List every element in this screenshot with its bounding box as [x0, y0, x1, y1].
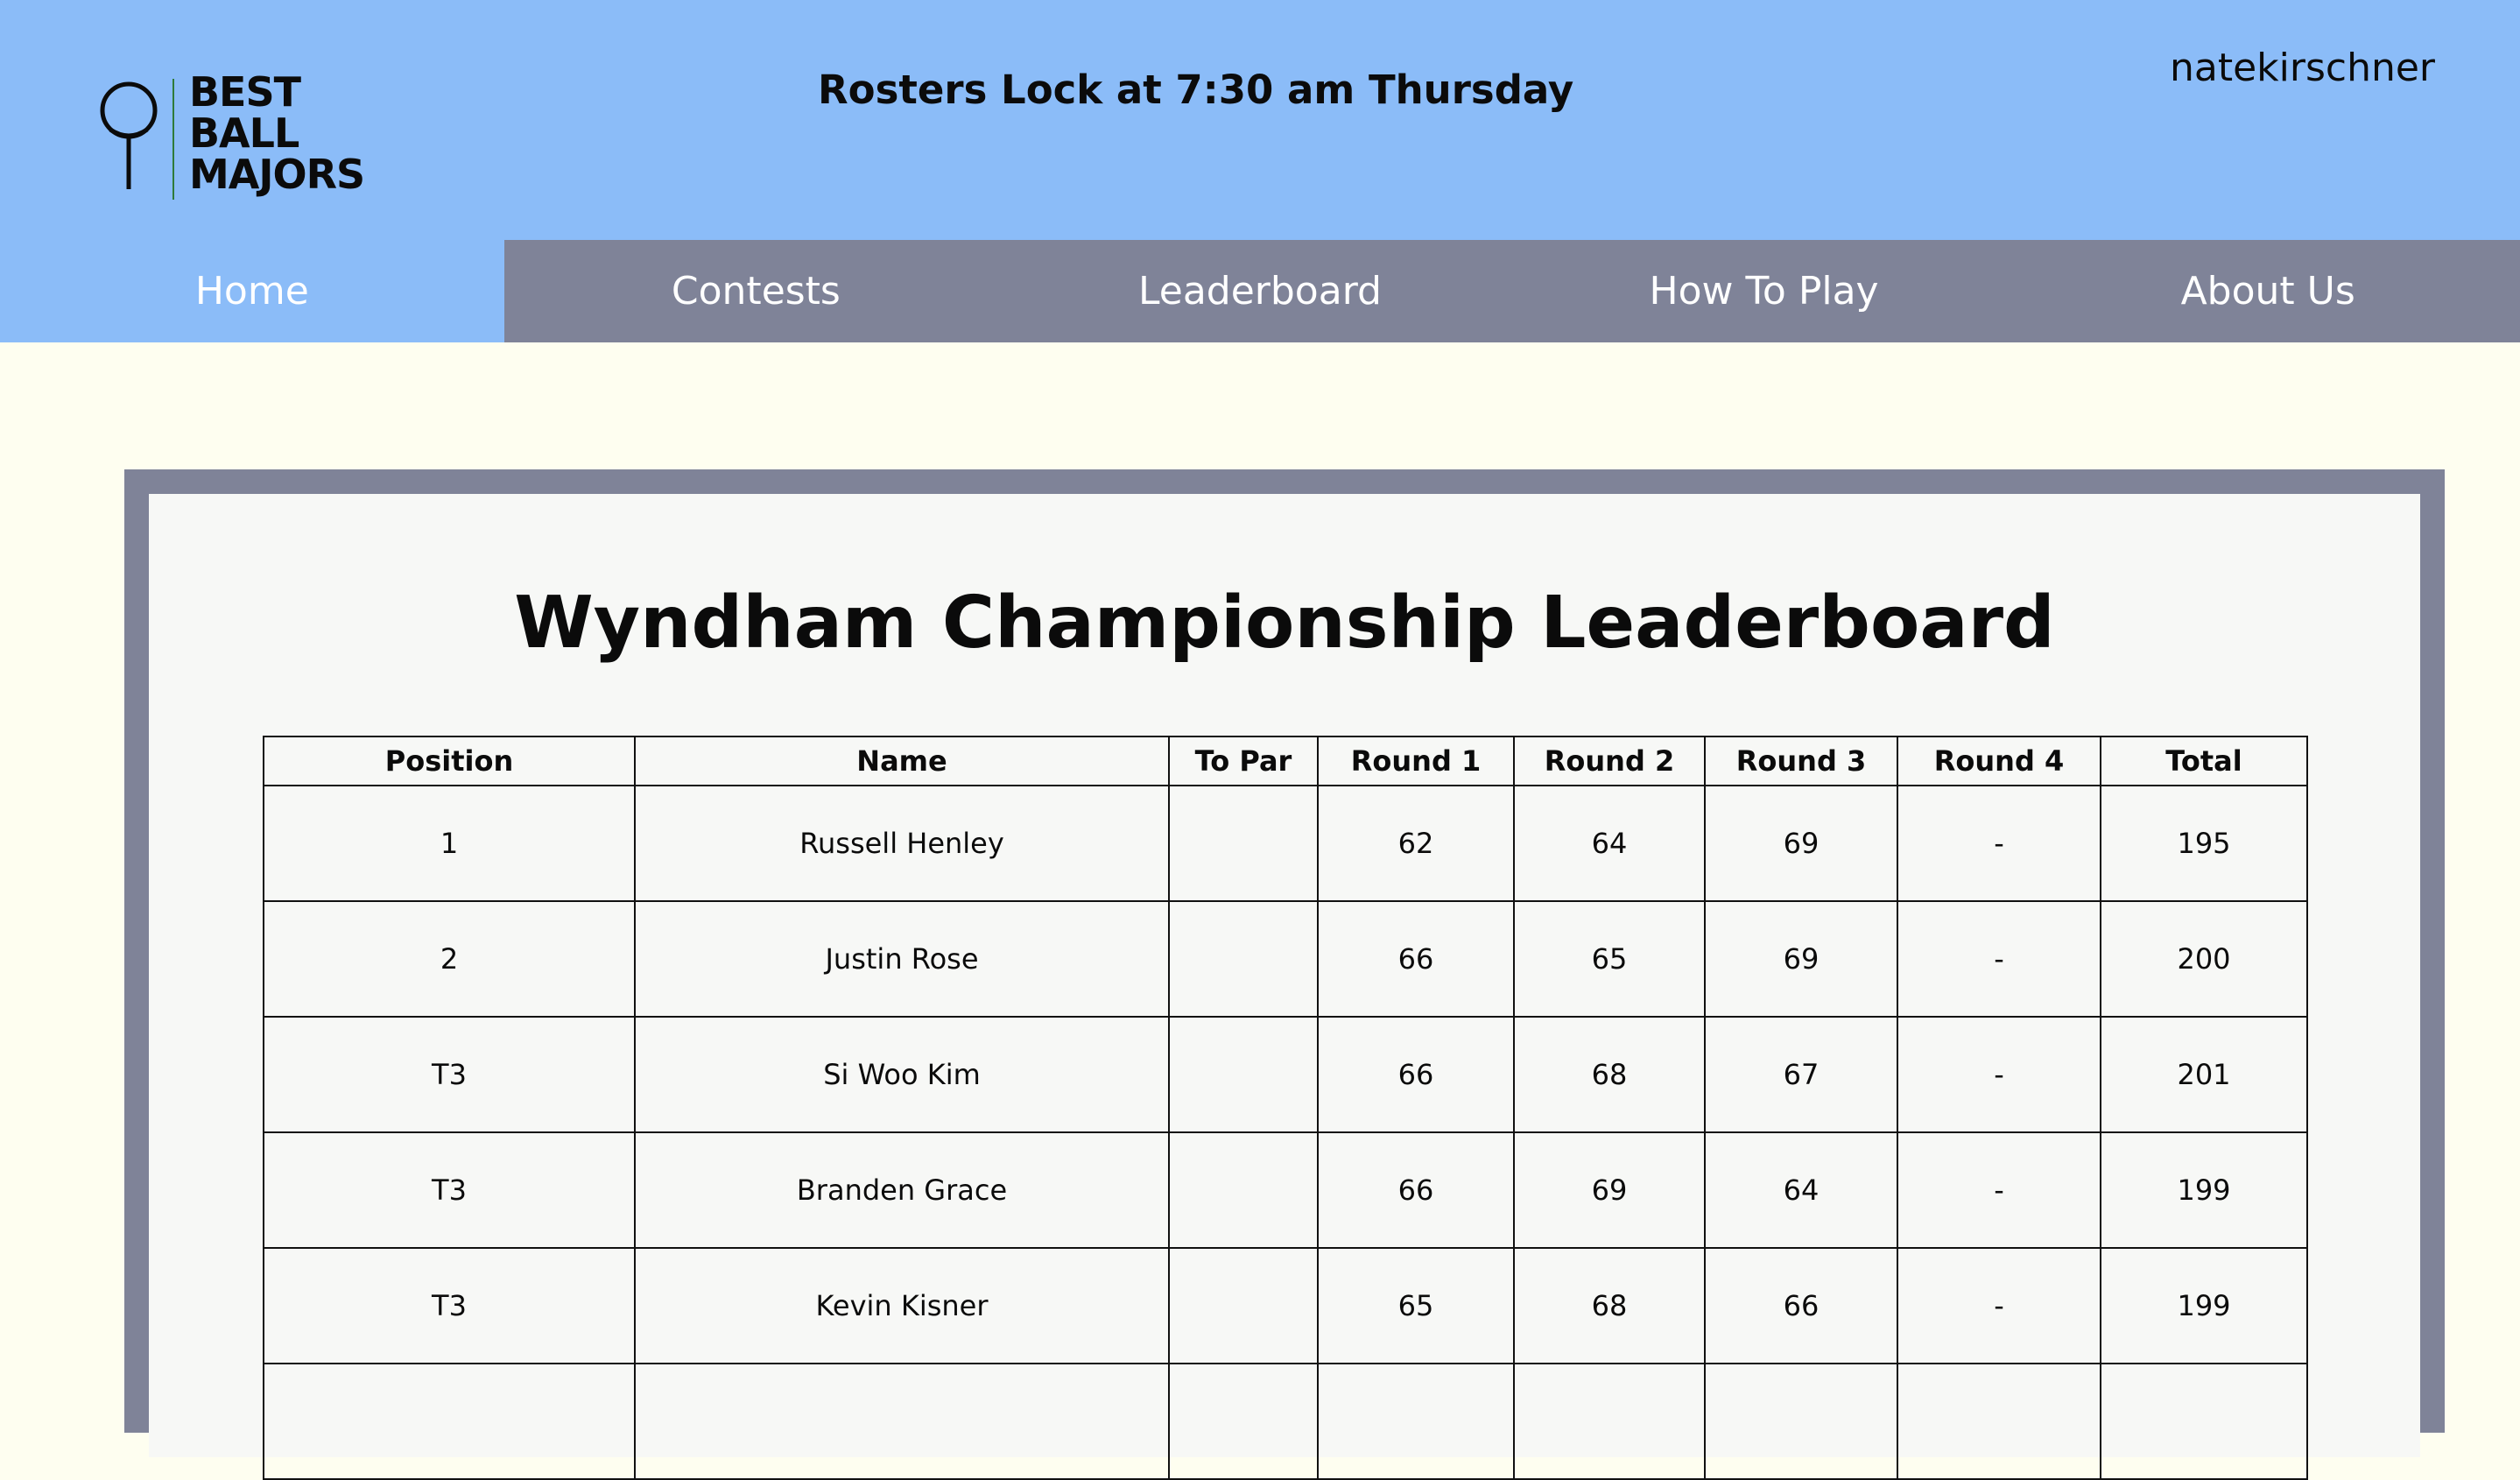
cell-round-2 [1513, 1363, 1706, 1480]
table-row: T3 Kevin Kisner 65 68 66 - 199 [263, 1247, 2308, 1364]
column-header: Position [263, 736, 636, 786]
cell-position: T3 [263, 1131, 636, 1249]
cell-to-par [1168, 1247, 1319, 1364]
cell-round-2: 64 [1513, 785, 1706, 902]
cell-name: Si Woo Kim [634, 1016, 1170, 1133]
cell-round-4 [1897, 1363, 2101, 1480]
cell-position [263, 1363, 636, 1480]
site-header: BEST BALL MAJORS Rosters Lock at 7:30 am… [0, 0, 2520, 240]
cell-round-3: 69 [1704, 900, 1898, 1018]
table-row: T3 Si Woo Kim 66 68 67 - 201 [263, 1016, 2308, 1133]
cell-round-4: - [1897, 1016, 2101, 1133]
cell-round-1: 66 [1317, 1131, 1515, 1249]
cell-name: Justin Rose [634, 900, 1170, 1018]
cell-round-3: 64 [1704, 1131, 1898, 1249]
cell-round-3: 66 [1704, 1247, 1898, 1364]
column-header: Total [2100, 736, 2308, 786]
cell-round-4: - [1897, 1131, 2101, 1249]
logo-line-ball: BALL [189, 109, 299, 157]
cell-round-4: - [1897, 1247, 2101, 1364]
nav-item-home[interactable]: Home [0, 240, 504, 342]
cell-round-3: 69 [1704, 785, 1898, 902]
table-row: T3 Branden Grace 66 69 64 - 199 [263, 1131, 2308, 1249]
cell-name: Russell Henley [634, 785, 1170, 902]
logo-line-best: BEST [189, 68, 301, 116]
cell-total: 199 [2100, 1247, 2308, 1364]
cell-round-4: - [1897, 900, 2101, 1018]
cell-total: 199 [2100, 1131, 2308, 1249]
table-row: 1 Russell Henley 62 64 69 - 195 [263, 785, 2308, 902]
main-nav: Home Contests Leaderboard How To Play Ab… [0, 240, 2520, 342]
leaderboard-panel-frame: Wyndham Championship Leaderboard Positio… [124, 469, 2445, 1480]
cell-round-1: 62 [1317, 785, 1515, 902]
cell-round-3: 67 [1704, 1016, 1898, 1133]
cell-to-par [1168, 1131, 1319, 1249]
cell-position: 2 [263, 900, 636, 1018]
cell-total: 201 [2100, 1016, 2308, 1133]
cell-to-par [1168, 1363, 1319, 1480]
cell-position: 1 [263, 785, 636, 902]
cell-round-2: 68 [1513, 1016, 1706, 1133]
leaderboard-title: Wyndham Championship Leaderboard [514, 581, 2055, 665]
nav-item-how-to-play[interactable]: How To Play [1512, 240, 2017, 342]
leaderboard-panel: Wyndham Championship Leaderboard Positio… [149, 494, 2420, 1480]
cell-total [2100, 1363, 2308, 1480]
nav-item-leaderboard[interactable]: Leaderboard [1008, 240, 1512, 342]
leaderboard-table: Position Name To Par Round 1 Round 2 Rou… [263, 736, 2308, 1480]
column-header: Round 2 [1513, 736, 1706, 786]
nav-item-about-us[interactable]: About Us [2016, 240, 2520, 342]
cell-name: Kevin Kisner [634, 1247, 1170, 1364]
table-row: 2 Justin Rose 66 65 69 - 200 [263, 900, 2308, 1018]
cell-round-4: - [1897, 785, 2101, 902]
cell-total: 200 [2100, 900, 2308, 1018]
cell-round-1: 66 [1317, 1016, 1515, 1133]
cell-to-par [1168, 1016, 1319, 1133]
cell-round-2: 69 [1513, 1131, 1706, 1249]
cell-round-1 [1317, 1363, 1515, 1480]
column-header: Round 1 [1317, 736, 1515, 786]
roster-lock-message: Rosters Lock at 7:30 am Thursday [818, 67, 1574, 113]
table-header-row: Position Name To Par Round 1 Round 2 Rou… [263, 736, 2308, 786]
table-row [263, 1363, 2308, 1480]
site-logo[interactable]: BEST BALL MAJORS [98, 72, 370, 203]
cell-position: T3 [263, 1016, 636, 1133]
nav-item-contests[interactable]: Contests [504, 240, 1009, 342]
cell-round-3 [1704, 1363, 1898, 1480]
column-header: Round 3 [1704, 736, 1898, 786]
column-header: To Par [1168, 736, 1319, 786]
logo-line-majors: MAJORS [189, 151, 365, 198]
cell-round-1: 66 [1317, 900, 1515, 1018]
cell-position: T3 [263, 1247, 636, 1364]
cell-to-par [1168, 900, 1319, 1018]
cell-to-par [1168, 785, 1319, 902]
cell-total: 195 [2100, 785, 2308, 902]
column-header: Round 4 [1897, 736, 2101, 786]
cell-round-2: 68 [1513, 1247, 1706, 1364]
column-header: Name [634, 736, 1170, 786]
cell-round-1: 65 [1317, 1247, 1515, 1364]
logo-text: BEST BALL MAJORS [189, 68, 365, 198]
cell-name [634, 1363, 1170, 1480]
golf-ball-on-tee-icon [100, 79, 174, 200]
cell-name: Branden Grace [634, 1131, 1170, 1249]
username-link[interactable]: natekirschner [2170, 46, 2435, 90]
cell-round-2: 65 [1513, 900, 1706, 1018]
